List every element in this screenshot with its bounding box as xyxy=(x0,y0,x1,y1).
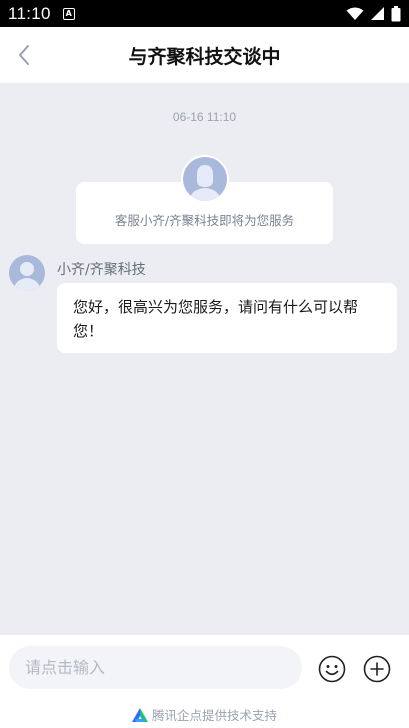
sender-avatar[interactable] xyxy=(9,255,45,291)
smiley-icon xyxy=(318,655,346,683)
composer-bar: 腾讯企点提供技术支持 xyxy=(0,635,409,728)
powered-by: 腾讯企点提供技术支持 xyxy=(0,705,409,724)
system-message: 客服小齐/齐聚科技即将为您服务 xyxy=(114,213,295,228)
person-icon xyxy=(189,165,221,201)
agent-avatar xyxy=(181,155,229,203)
page-title: 与齐聚科技交谈中 xyxy=(128,45,281,68)
qidian-logo-icon xyxy=(131,707,148,722)
person-icon xyxy=(13,262,41,291)
status-bar: 11:10 A xyxy=(0,0,409,27)
message-text: 您好，很高兴为您服务，请问有什么可以帮您！ xyxy=(73,298,359,340)
status-time: 11:10 xyxy=(8,3,51,23)
status-icons xyxy=(346,5,401,22)
emoji-button[interactable] xyxy=(318,655,346,683)
chat-header: 与齐聚科技交谈中 xyxy=(0,27,409,83)
plus-circle-icon xyxy=(363,655,391,683)
message-sender: 小齐/齐聚科技 xyxy=(57,262,146,278)
message-bubble[interactable]: 您好，很高兴为您服务，请问有什么可以帮您！ xyxy=(57,283,397,353)
chevron-left-icon xyxy=(19,45,29,65)
powered-by-text: 腾讯企点提供技术支持 xyxy=(151,708,277,723)
message-input[interactable] xyxy=(9,646,302,689)
battery-icon xyxy=(391,5,401,21)
chat-area[interactable]: 06-16 11:10 客服小齐/齐聚科技即将为您服务 小齐/齐聚科技 您好，很… xyxy=(0,83,409,635)
add-attachment-button[interactable] xyxy=(363,655,391,683)
back-button[interactable] xyxy=(8,39,40,71)
wifi-icon xyxy=(346,7,364,20)
notification-icon: A xyxy=(62,7,75,20)
message-timestamp: 06-16 11:10 xyxy=(172,110,237,124)
signal-icon xyxy=(371,7,384,20)
